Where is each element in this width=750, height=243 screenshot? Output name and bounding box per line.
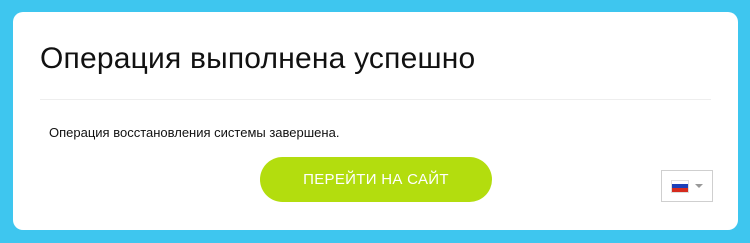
caret-down-icon <box>695 184 703 188</box>
status-message: Операция восстановления системы завершен… <box>49 125 340 140</box>
language-selector[interactable] <box>661 170 713 202</box>
go-to-site-button[interactable]: ПЕРЕЙТИ НА САЙТ <box>260 157 492 202</box>
dialog-title: Операция выполнена успешно <box>40 42 476 75</box>
divider <box>40 99 711 100</box>
russia-flag-icon <box>671 179 689 193</box>
success-dialog: Операция выполнена успешно Операция восс… <box>13 12 738 230</box>
